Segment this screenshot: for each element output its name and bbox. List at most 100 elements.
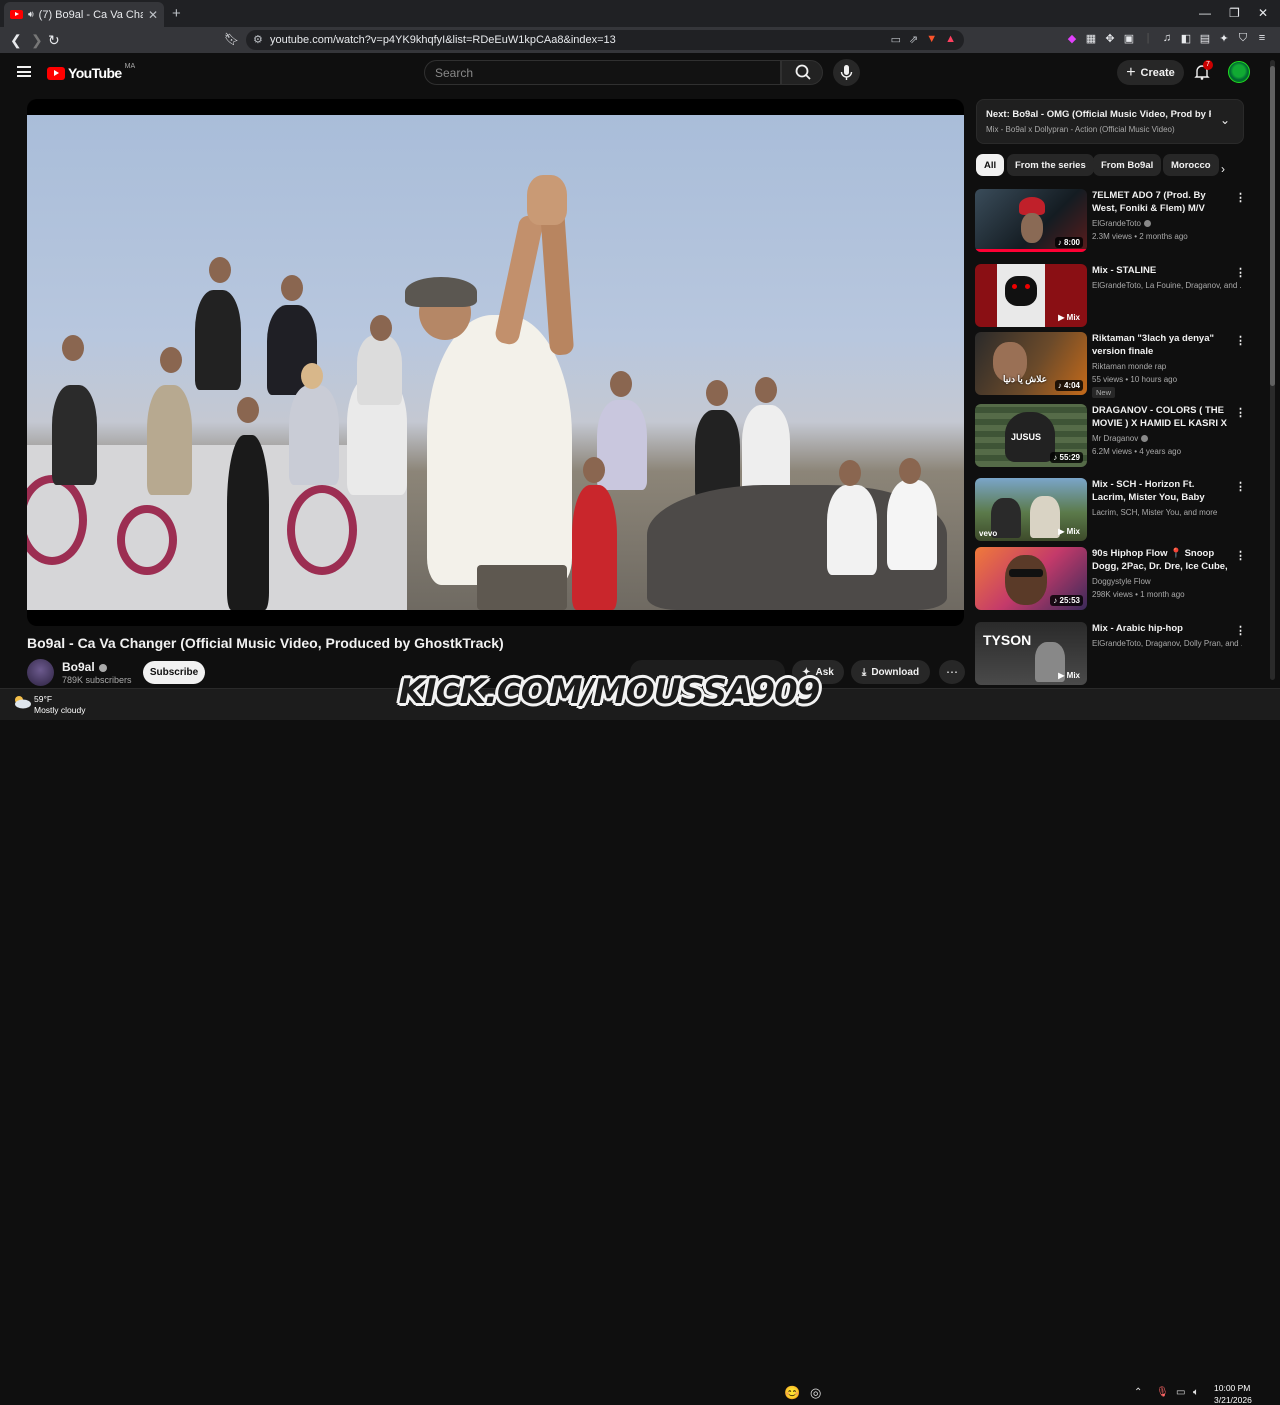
kebab-menu-icon[interactable]: ⋮: [1235, 624, 1246, 637]
volume-icon[interactable]: 🔈︎: [1193, 1387, 1199, 1398]
rec-title[interactable]: Mix - STALINE: [1092, 264, 1230, 277]
temperature[interactable]: 59°F: [34, 694, 52, 704]
rec-title[interactable]: 7ELMET ADO 7 (Prod. By West, Foniki & Fl…: [1092, 189, 1230, 215]
vpn-icon[interactable]: ⛉: [1237, 32, 1249, 44]
video-thumbnail[interactable]: JUSUS ♪ 55:29: [975, 404, 1087, 467]
weather-condition[interactable]: Mostly cloudy: [34, 705, 86, 715]
rec-title[interactable]: Mix - Arabic hip-hop: [1092, 622, 1230, 635]
video-thumbnail[interactable]: ▶ Mix: [975, 264, 1087, 327]
rec-title[interactable]: DRAGANOV - COLORS ( THE MOVIE ) X HAMID …: [1092, 404, 1230, 430]
wallet-icon[interactable]: ▤: [1199, 32, 1211, 45]
video-thumbnail[interactable]: vevo ▶ Mix: [975, 478, 1087, 541]
search-input[interactable]: Search: [424, 60, 781, 85]
recommended-video[interactable]: JUSUS ♪ 55:29 DRAGANOV - COLORS ( THE MO…: [975, 404, 1246, 468]
rec-title[interactable]: 90s Hiphop Flow 📍 Snoop Dogg, 2Pac, Dr. …: [1092, 547, 1230, 573]
voice-search-button[interactable]: [833, 59, 860, 86]
rec-channel[interactable]: ElGrandeToto: [1092, 219, 1242, 228]
site-settings-icon[interactable]: ⚙︎: [253, 33, 263, 46]
account-avatar[interactable]: [1228, 61, 1250, 83]
video-thumbnail[interactable]: ♪ 25:53: [975, 547, 1087, 610]
rec-title[interactable]: Mix - SCH - Horizon Ft. Lacrim, Mister Y…: [1092, 478, 1230, 504]
search-button[interactable]: [781, 60, 823, 85]
chevron-down-icon[interactable]: ⌄: [1220, 113, 1230, 127]
cast-icon[interactable]: ▭: [891, 33, 901, 46]
kebab-menu-icon[interactable]: ⋮: [1235, 480, 1246, 493]
video-thumbnail[interactable]: TYSON ▶ Mix: [975, 622, 1087, 685]
extension-grid-icon[interactable]: ▦: [1085, 32, 1097, 45]
channel-avatar[interactable]: [27, 659, 54, 686]
youtube-logo[interactable]: YouTube MA: [47, 63, 135, 81]
video-player[interactable]: [27, 99, 964, 626]
clock-time[interactable]: 10:00 PM: [1214, 1383, 1250, 1393]
kebab-menu-icon[interactable]: ⋮: [1235, 266, 1246, 279]
restore-button[interactable]: ❐: [1229, 6, 1240, 20]
brave-rewards-icon[interactable]: ▲: [945, 33, 956, 46]
leo-ai-icon[interactable]: ✦: [1218, 32, 1230, 45]
clock-date[interactable]: 3/21/2026: [1214, 1395, 1252, 1405]
video-duration: ♪ 25:53: [1050, 595, 1083, 606]
brave-shield-icon[interactable]: ▼: [926, 33, 937, 46]
extensions-puzzle-icon[interactable]: ✥: [1104, 32, 1116, 45]
chevron-right-icon[interactable]: ›: [1221, 162, 1225, 176]
scrollbar-thumb[interactable]: [1270, 66, 1275, 386]
sidebar-icon[interactable]: ◧: [1180, 32, 1192, 45]
download-button[interactable]: ⤓ Download: [851, 660, 930, 684]
chip-morocco[interactable]: Morocco: [1163, 154, 1219, 176]
recommended-mix[interactable]: ▶ Mix Mix - STALINE ElGrandeToto, La Fou…: [975, 264, 1246, 328]
rec-channel[interactable]: ElGrandeToto, Draganov, Dolly Pran, and …: [1092, 639, 1242, 648]
audio-playing-icon[interactable]: 🔊︎: [28, 9, 34, 20]
hamburger-menu-icon[interactable]: [17, 66, 31, 77]
rec-title[interactable]: Riktaman "3lach ya denya" version finale: [1092, 332, 1230, 358]
channel-name[interactable]: Bo9al: [62, 660, 107, 674]
cloudy-weather-icon[interactable]: [12, 695, 32, 709]
close-window-button[interactable]: ✕: [1258, 6, 1268, 20]
rec-channel-text[interactable]: Mr Draganov: [1092, 434, 1138, 443]
rec-channel-text[interactable]: ElGrandeToto: [1092, 219, 1141, 228]
recommended-video[interactable]: علاش يا دنيا ♪ 4:04 Riktaman "3lach ya d…: [975, 332, 1246, 398]
kebab-menu-icon[interactable]: ⋮: [1235, 191, 1246, 204]
video-thumbnail[interactable]: علاش يا دنيا ♪ 4:04: [975, 332, 1087, 395]
tab-close-icon[interactable]: ✕: [148, 8, 158, 22]
create-button[interactable]: + Create: [1117, 60, 1184, 85]
browser-menu-icon[interactable]: ≡: [1256, 32, 1268, 44]
bookmark-icon[interactable]: 🔖︎: [224, 32, 239, 46]
new-tab-button[interactable]: +: [172, 5, 181, 22]
show-hidden-icons[interactable]: ⌃: [1134, 1387, 1142, 1398]
notifications-button[interactable]: 7: [1193, 60, 1213, 81]
video-thumbnail[interactable]: ♪ 8:00: [975, 189, 1087, 252]
minimize-button[interactable]: —: [1199, 6, 1211, 20]
network-icon[interactable]: ▭: [1176, 1387, 1185, 1398]
channel-name-text[interactable]: Bo9al: [62, 660, 95, 674]
extension-window-icon[interactable]: ▣: [1123, 32, 1135, 45]
rec-channel[interactable]: Lacrim, SCH, Mister You, and more: [1092, 508, 1242, 517]
kebab-menu-icon[interactable]: ⋮: [1235, 406, 1246, 419]
recommended-mix[interactable]: TYSON ▶ Mix Mix - Arabic hip-hop ElGrand…: [975, 622, 1246, 686]
recommended-mix[interactable]: vevo ▶ Mix Mix - SCH - Horizon Ft. Lacri…: [975, 478, 1246, 542]
emoji-app-icon[interactable]: 😊: [784, 1385, 800, 1401]
back-button[interactable]: ❮: [10, 32, 22, 49]
chip-from-bo9al[interactable]: From Bo9al: [1093, 154, 1162, 176]
microphone-icon[interactable]: 🎙︎: [1156, 1387, 1169, 1398]
more-actions-button[interactable]: ⋯: [939, 660, 965, 684]
rec-channel[interactable]: ElGrandeToto, La Fouine, Draganov, and .…: [1092, 281, 1242, 290]
rec-channel[interactable]: Riktaman monde rap: [1092, 362, 1242, 371]
autoplay-next-panel[interactable]: Next: Bo9al - OMG (Official Music Video,…: [976, 99, 1244, 144]
kebab-menu-icon[interactable]: ⋮: [1235, 334, 1246, 347]
address-bar[interactable]: ⚙︎ youtube.com/watch?v=p4YK9khqfyI&list=…: [246, 30, 964, 50]
recommended-video[interactable]: ♪ 8:00 7ELMET ADO 7 (Prod. By West, Foni…: [975, 189, 1246, 253]
recommended-video[interactable]: ♪ 25:53 90s Hiphop Flow 📍 Snoop Dogg, 2P…: [975, 547, 1246, 611]
browser-tab[interactable]: 🔊︎ (7) Bo9al - Ca Va Changer (Of ✕: [4, 2, 164, 27]
share-icon[interactable]: ⇗: [909, 33, 918, 46]
chip-from-series[interactable]: From the series: [1007, 154, 1094, 176]
rec-channel[interactable]: Doggystyle Flow: [1092, 577, 1242, 586]
chip-all[interactable]: All: [976, 154, 1005, 176]
kebab-menu-icon[interactable]: ⋮: [1235, 549, 1246, 562]
crowd-head: [706, 380, 728, 406]
extension-shield-icon[interactable]: ◆: [1066, 32, 1078, 45]
subscribe-button[interactable]: Subscribe: [143, 661, 205, 684]
reload-button[interactable]: ↻: [48, 32, 60, 49]
media-icon[interactable]: ♫: [1161, 32, 1173, 44]
forward-button[interactable]: ❯: [31, 32, 43, 49]
app-icon[interactable]: ◎: [810, 1385, 821, 1401]
rec-channel[interactable]: Mr Draganov: [1092, 434, 1242, 443]
